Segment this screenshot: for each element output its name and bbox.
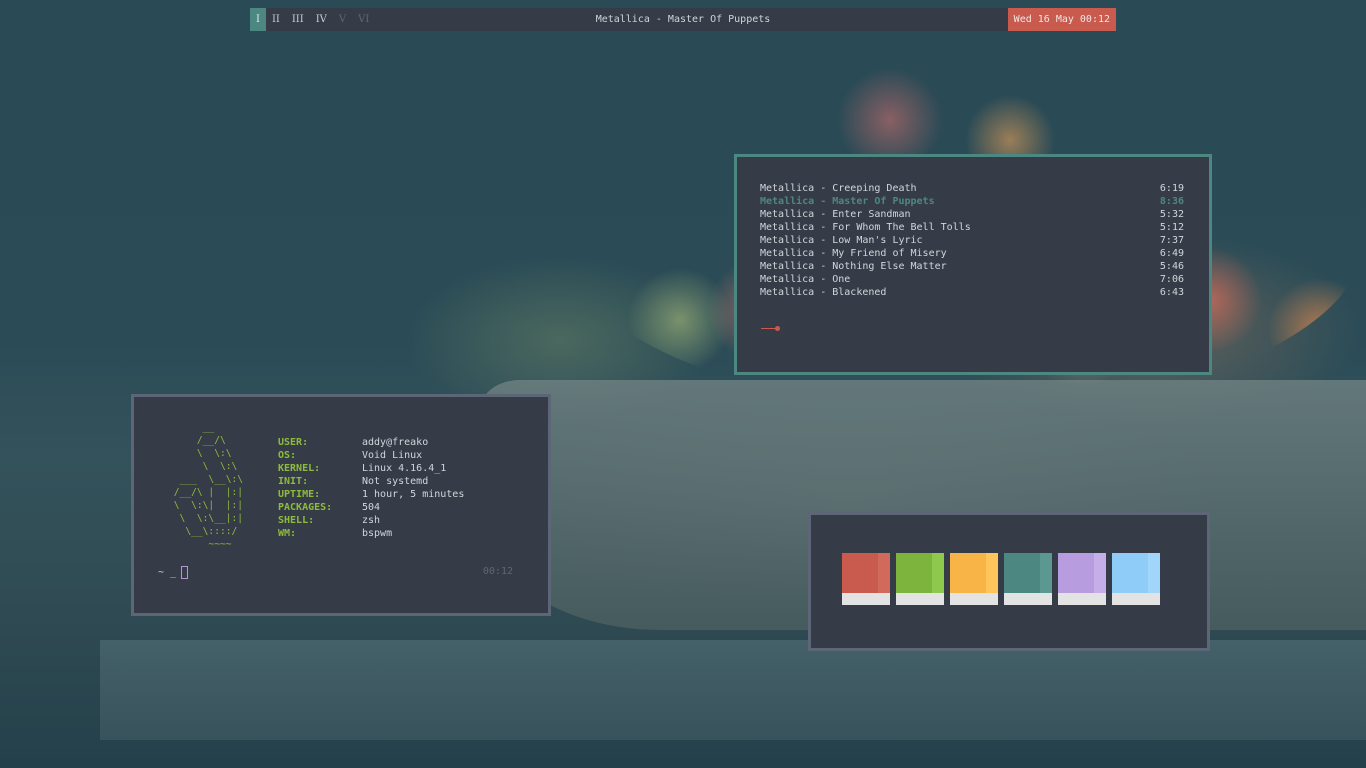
info-row: OS: Void Linux: [278, 449, 464, 462]
text-cursor: [181, 566, 189, 579]
playlist: Metallica - Creeping Death 6:19 Metallica …: [760, 182, 1184, 299]
color-swatch: [1112, 553, 1160, 605]
track-row[interactable]: Metallica - Low Man's Lyric 7:37: [760, 234, 1184, 247]
info-row: USER: addy@freako: [278, 436, 464, 449]
track-duration: 5:46: [1159, 261, 1184, 272]
track-title: Metallica - Low Man's Lyric: [760, 235, 923, 246]
swatch-highlight: [932, 553, 944, 593]
track-title: Metallica - One: [760, 274, 851, 285]
track-row[interactable]: Metallica - Blackened 6:43: [760, 286, 1184, 299]
info-value: 504: [362, 502, 381, 513]
top-bar: I II III IV V VI Metallica - Master Of Puppet…: [250, 8, 1116, 31]
track-duration: 6:49: [1159, 248, 1184, 259]
track-title: Metallica - My Friend of Misery: [760, 248, 947, 259]
track-row[interactable]: Metallica - Enter Sandman 5:32: [760, 208, 1184, 221]
color-swatch: [1004, 553, 1052, 605]
track-title: Metallica - Blackened: [760, 287, 887, 298]
track-title: Metallica - Creeping Death: [760, 183, 917, 194]
swatch-row: [842, 553, 1160, 605]
info-value: zsh: [362, 515, 381, 526]
track-duration: 6:19: [1159, 183, 1184, 194]
info-row: KERNEL: Linux 4.16.4_1: [278, 462, 464, 475]
swatch-highlight: [1040, 553, 1052, 593]
now-playing-title: Metallica - Master Of Puppets: [595, 14, 771, 25]
track-row[interactable]: Metallica - Creeping Death 6:19: [760, 182, 1184, 195]
swatch-highlight: [1148, 553, 1160, 593]
info-key: OS:: [278, 450, 297, 461]
color-palette-window[interactable]: [808, 512, 1210, 651]
track-duration: 6:43: [1159, 287, 1184, 298]
track-duration: 8:36: [1159, 196, 1184, 207]
info-key: USER:: [278, 437, 309, 448]
swatch-base: [1004, 593, 1052, 605]
swatch-base: [1058, 593, 1106, 605]
info-row: UPTIME: 1 hour, 5 minutes: [278, 488, 464, 501]
info-key: WM:: [278, 528, 297, 539]
track-duration: 5:12: [1159, 222, 1184, 233]
info-key: PACKAGES:: [278, 502, 333, 513]
info-value: Linux 4.16.4_1: [362, 463, 447, 474]
info-key: INIT:: [278, 476, 309, 487]
info-value: bspwm: [362, 528, 393, 539]
swatch-highlight: [878, 553, 890, 593]
track-row[interactable]: Metallica - Master Of Puppets 8:36: [760, 195, 1184, 208]
system-info: USER: addy@freako OS: Void Linux KERNEL: Linu…: [278, 436, 464, 540]
info-value: Void Linux: [362, 450, 423, 461]
color-swatch: [842, 553, 890, 605]
track-row[interactable]: Metallica - My Friend of Misery 6:49: [760, 247, 1184, 260]
swatch-base: [896, 593, 944, 605]
progress-knob[interactable]: [775, 326, 780, 331]
track-duration: 5:32: [1159, 209, 1184, 220]
track-duration: 7:06: [1159, 274, 1184, 285]
distro-logo: __ /__/\ \ \:\ \ \:\ ___ \__\:\ /__/\ | …: [173, 422, 244, 550]
info-row: PACKAGES: 504: [278, 501, 464, 514]
info-value: 1 hour, 5 minutes: [362, 489, 465, 500]
color-swatch: [1058, 553, 1106, 605]
prompt-time: 00:12: [482, 566, 513, 577]
track-row[interactable]: Metallica - One 7:06: [760, 273, 1184, 286]
shell-prompt[interactable]: ~ _: [158, 566, 189, 579]
track-title: Metallica - Master Of Puppets: [760, 196, 935, 207]
track-title: Metallica - Enter Sandman: [760, 209, 911, 220]
wallpaper-slab: [100, 640, 1366, 740]
info-key: SHELL:: [278, 515, 315, 526]
track-row[interactable]: Metallica - For Whom The Bell Tolls 5:12: [760, 221, 1184, 234]
clock: Wed 16 May 00:12: [1007, 8, 1116, 31]
info-key: UPTIME:: [278, 489, 321, 500]
info-value: addy@freako: [362, 437, 429, 448]
color-swatch: [896, 553, 944, 605]
music-player-window[interactable]: Metallica - Creeping Death 6:19 Metallica …: [734, 154, 1212, 375]
info-value: Not systemd: [362, 476, 429, 487]
track-title: Metallica - For Whom The Bell Tolls: [760, 222, 971, 233]
swatch-highlight: [1094, 553, 1106, 593]
track-title: Metallica - Nothing Else Matter: [760, 261, 947, 272]
color-swatch: [950, 553, 998, 605]
terminal-window[interactable]: __ /__/\ \ \:\ \ \:\ ___ \__\:\ /__/\ | …: [131, 394, 551, 616]
info-row: SHELL: zsh: [278, 514, 464, 527]
swatch-highlight: [986, 553, 998, 593]
swatch-base: [1112, 593, 1160, 605]
prompt-text: ~ _: [158, 567, 177, 578]
swatch-base: [842, 593, 890, 605]
track-row[interactable]: Metallica - Nothing Else Matter 5:46: [760, 260, 1184, 273]
info-row: WM: bspwm: [278, 527, 464, 540]
info-key: KERNEL:: [278, 463, 321, 474]
track-duration: 7:37: [1159, 235, 1184, 246]
swatch-base: [950, 593, 998, 605]
info-row: INIT: Not systemd: [278, 475, 464, 488]
